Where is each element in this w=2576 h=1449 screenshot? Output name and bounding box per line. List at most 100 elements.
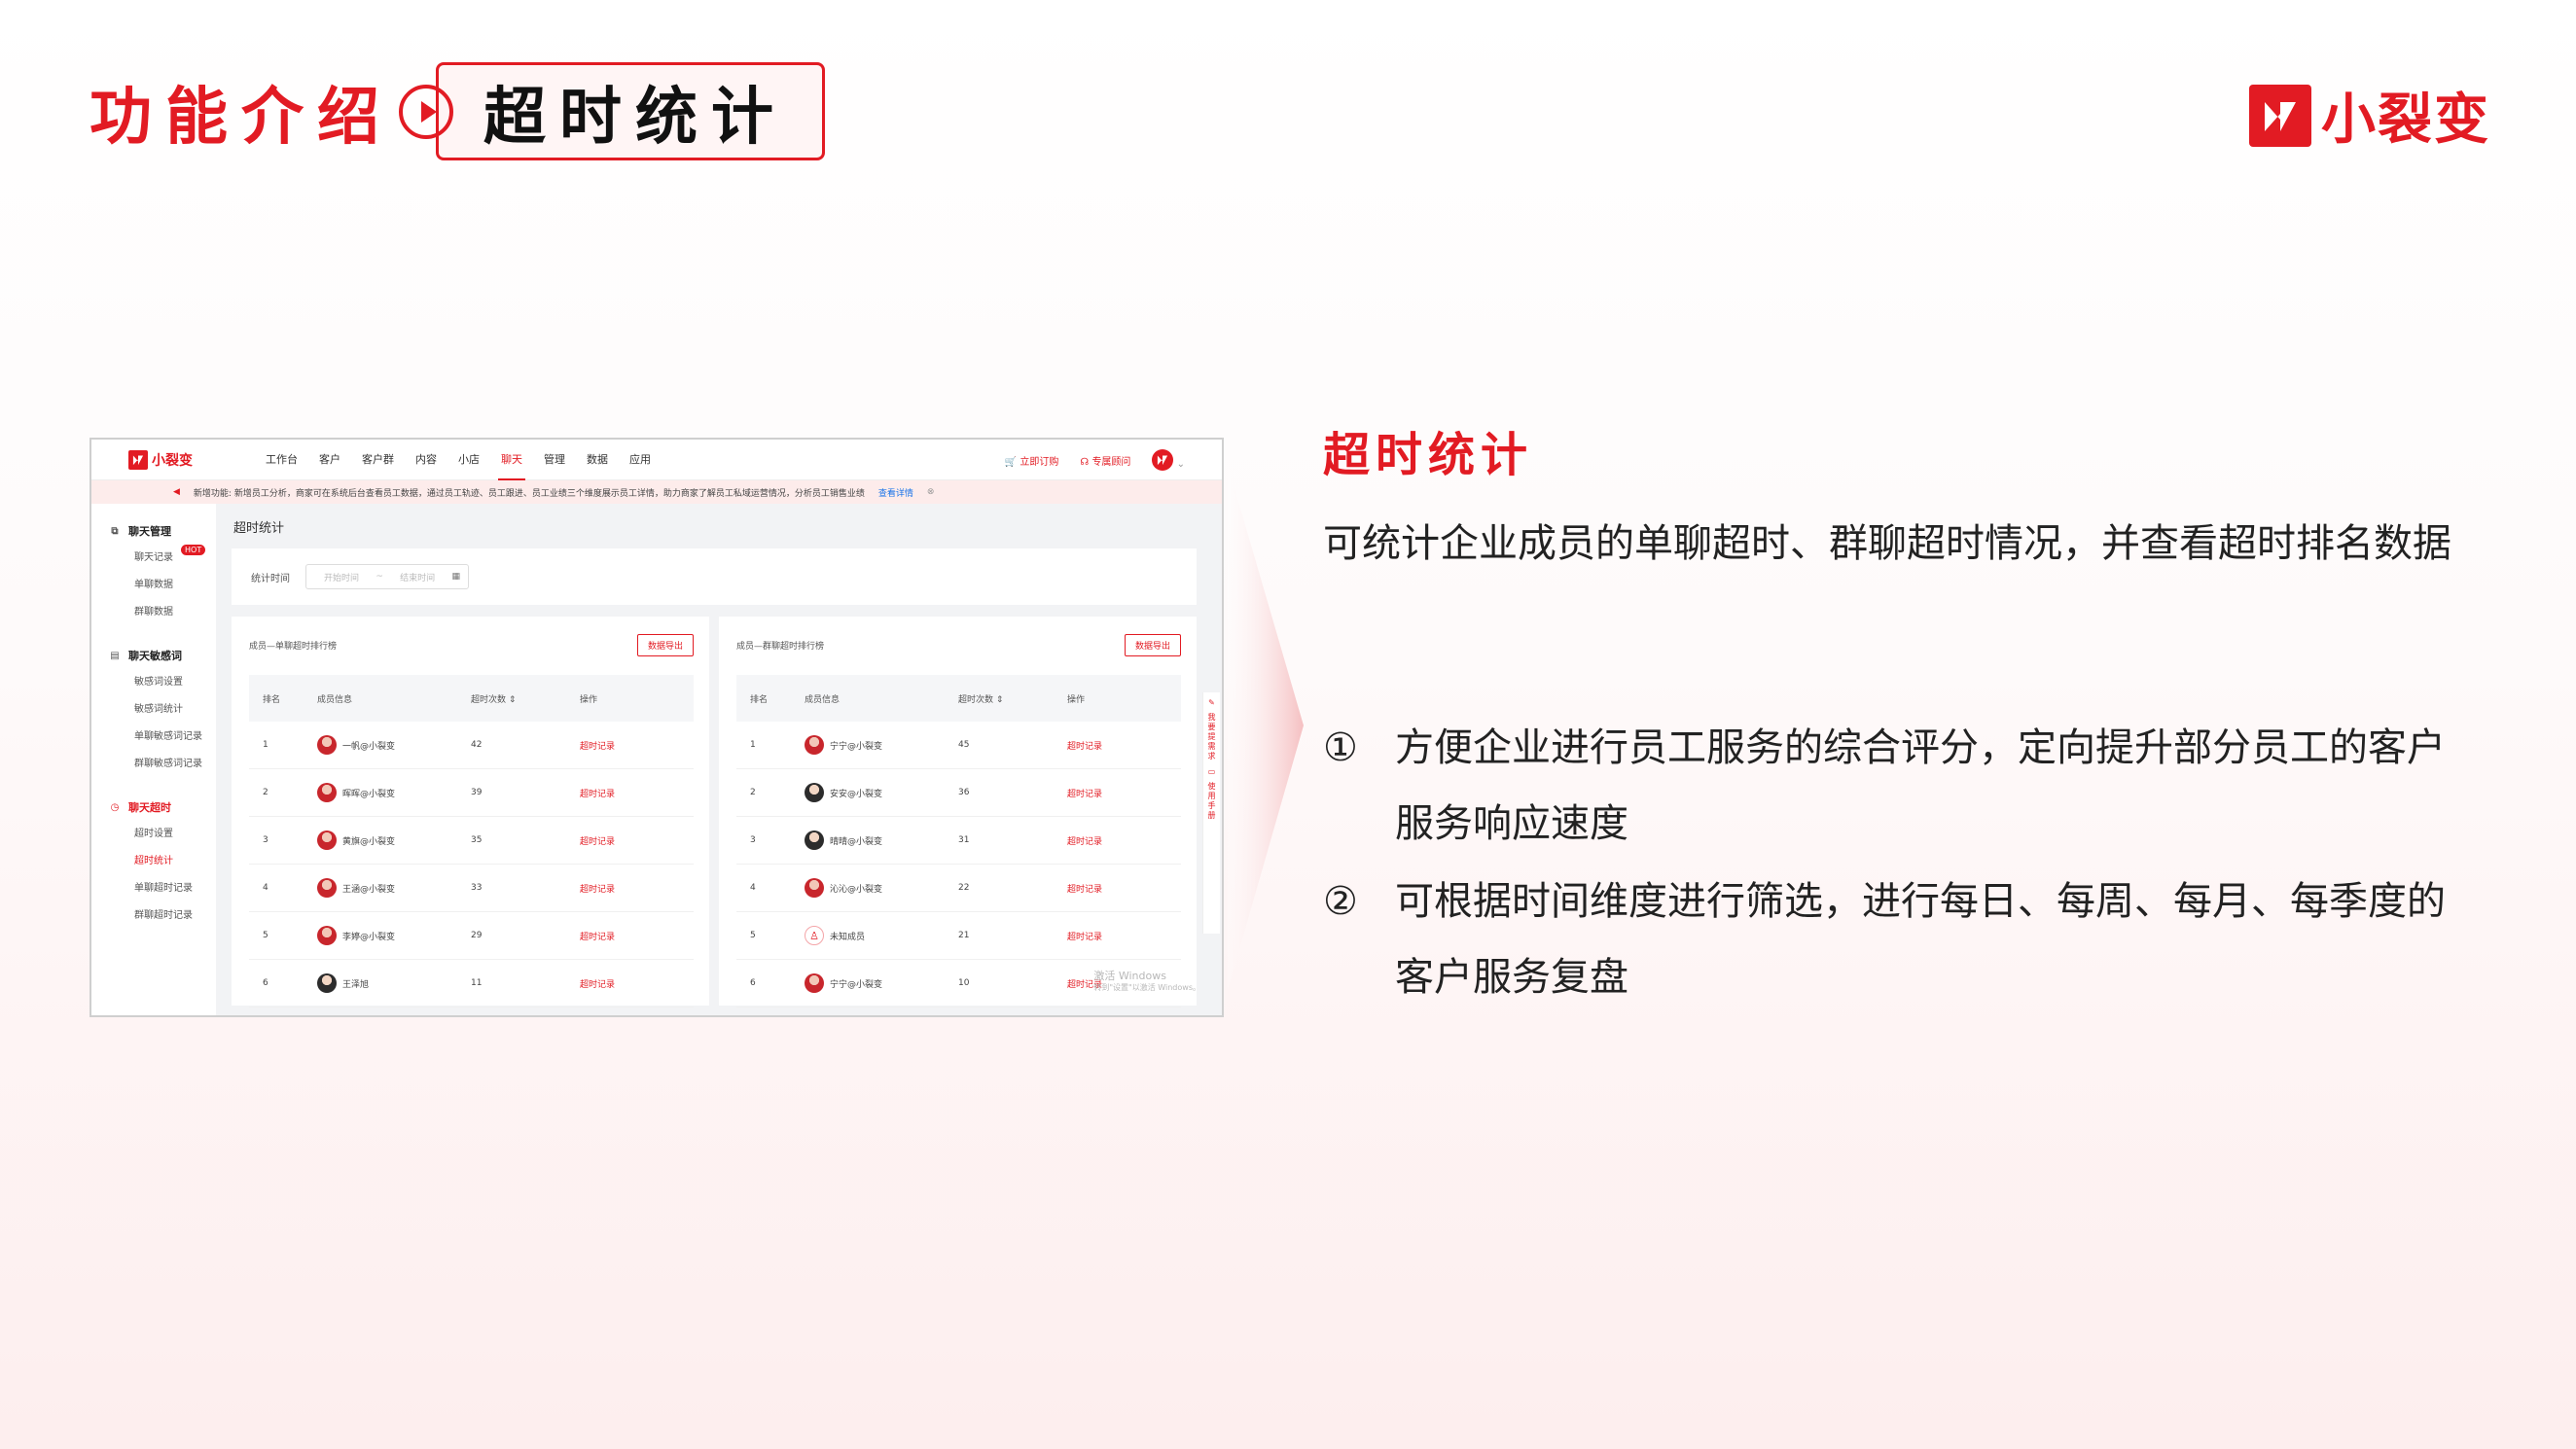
- sidebar-item[interactable]: 单聊数据: [134, 572, 216, 599]
- callout-pointer: [1228, 465, 1304, 990]
- sidebar-item[interactable]: 敏感词统计: [134, 696, 216, 724]
- member-cell: 王涵@小裂变: [317, 878, 471, 898]
- col-count[interactable]: 超时次数 ⇕: [471, 692, 580, 705]
- sidebar-item[interactable]: 敏感词设置: [134, 669, 216, 696]
- table-row: 1 一帆@小裂变 42 超时记录: [249, 722, 694, 769]
- sidebar-group[interactable]: ⧉ 聊天管理: [109, 523, 216, 539]
- avatar-icon: [805, 878, 824, 898]
- sidebar-item[interactable]: 单聊敏感词记录: [134, 724, 216, 751]
- calendar-icon[interactable]: ▦: [451, 572, 460, 582]
- brand-name: 小裂变: [2321, 88, 2490, 152]
- member-cell: 宁宁@小裂变: [805, 735, 958, 755]
- sidebar-item-label: 群聊超时记录: [134, 910, 193, 921]
- ranking-panels: 成员—单聊超时排行榜 数据导出 排名 成员信息 超时次数 ⇕ 操作 1 一帆@小裂变 42 超时记…: [232, 617, 1197, 1007]
- sidebar-item[interactable]: 群聊敏感词记录: [134, 751, 216, 778]
- notice-link[interactable]: 查看详情: [878, 486, 913, 499]
- notice-bar: ◀ 新增功能: 新增员工分析，商家可在系统后台查看员工数据，通过员工轨迹、员工跟…: [91, 480, 1222, 504]
- member-name: 晴晴@小裂变: [830, 836, 883, 847]
- nav-item[interactable]: 聊天: [490, 440, 533, 480]
- top-nav: 小裂变 工作台 客户 客户群 内容 小店 聊天 管理 数据 应用 🛒 立即订购 ☊ 专属顾问 ⌄: [91, 440, 1222, 480]
- point-text: 方便企业进行员工服务的综合评分，定向提升部分员工的客户服务响应速度: [1395, 725, 2446, 846]
- point-number: ①: [1323, 725, 1358, 770]
- sidebar-group[interactable]: ▤ 聊天敏感词: [109, 648, 216, 663]
- nav-menu: 工作台 客户 客户群 内容 小店 聊天 管理 数据 应用: [255, 440, 662, 480]
- nav-item[interactable]: 小店: [447, 440, 490, 480]
- col-count[interactable]: 超时次数 ⇕: [958, 692, 1067, 705]
- timeout-record-link[interactable]: 超时记录: [580, 834, 694, 847]
- book-icon[interactable]: ▭: [1208, 767, 1216, 776]
- count-cell: 29: [471, 931, 483, 940]
- user-menu[interactable]: ⌄: [1152, 449, 1185, 471]
- timeout-record-link[interactable]: 超时记录: [580, 930, 694, 942]
- sidebar-item-label: 群聊数据: [134, 607, 173, 618]
- table-row: 6 王泽旭 11 超时记录: [249, 960, 694, 1007]
- end-date-input[interactable]: 结束时间: [400, 571, 435, 583]
- nav-item[interactable]: 客户群: [351, 440, 405, 480]
- notice-text: 新增功能: 新增员工分析，商家可在系统后台查看员工数据，通过员工轨迹、员工跟进、…: [193, 488, 865, 499]
- float-toolbar: ✎ 我要提需求 ▭ 使用手册: [1202, 692, 1220, 934]
- table-row: 4 沁沁@小裂变 22 超时记录: [736, 865, 1181, 912]
- start-date-input[interactable]: 开始时间: [324, 571, 359, 583]
- service-link[interactable]: ☊ 专属顾问: [1080, 453, 1130, 468]
- sidebar-group-label: 聊天敏感词: [128, 650, 182, 662]
- rank-cell: 2: [263, 788, 268, 797]
- ranking-panel: 成员—单聊超时排行榜 数据导出 排名 成员信息 超时次数 ⇕ 操作 1 一帆@小裂变 42 超时记…: [232, 617, 709, 1007]
- date-range-picker[interactable]: 开始时间 ~ 结束时间 ▦: [305, 564, 469, 589]
- timeout-record-link[interactable]: 超时记录: [1067, 930, 1181, 942]
- app-logo[interactable]: 小裂变: [128, 449, 245, 470]
- table-row: 1 宁宁@小裂变 45 超时记录: [736, 722, 1181, 769]
- timeout-record-link[interactable]: 超时记录: [1067, 834, 1181, 847]
- timeout-record-link[interactable]: 超时记录: [580, 882, 694, 895]
- nav-item[interactable]: 管理: [533, 440, 576, 480]
- member-cell: 晖晖@小裂变: [317, 783, 471, 802]
- col-count-label: 超时次数: [471, 694, 507, 705]
- export-button[interactable]: 数据导出: [636, 633, 694, 656]
- sidebar-item-label: 聊天记录: [134, 552, 173, 563]
- col-rank: 排名: [263, 694, 281, 705]
- sort-icon[interactable]: ⇕: [996, 695, 1004, 705]
- avatar-icon: [805, 831, 824, 850]
- count-cell: 42: [471, 740, 483, 750]
- nav-item[interactable]: 内容: [405, 440, 447, 480]
- timeout-record-link[interactable]: 超时记录: [580, 739, 694, 752]
- notice-close-icon[interactable]: ⊗: [927, 487, 935, 497]
- count-cell: 22: [958, 883, 970, 893]
- sidebar-item[interactable]: 单聊超时记录: [134, 875, 216, 902]
- manual-link[interactable]: 使用手册: [1206, 782, 1217, 821]
- nav-item[interactable]: 工作台: [255, 440, 308, 480]
- sort-icon[interactable]: ⇕: [509, 695, 517, 705]
- sidebar-item[interactable]: 超时设置: [134, 821, 216, 848]
- timeout-record-link[interactable]: 超时记录: [580, 787, 694, 799]
- feedback-link[interactable]: 我要提需求: [1206, 713, 1217, 761]
- sidebar-item[interactable]: 群聊数据: [134, 599, 216, 626]
- table-row: 5 ♙ 未知成员 21 超时记录: [736, 912, 1181, 960]
- brand-logo-icon: [2249, 84, 2311, 147]
- panel-title: 成员—群聊超时排行榜: [736, 641, 825, 652]
- rank-cell: 6: [750, 978, 756, 988]
- buy-link[interactable]: 🛒 立即订购: [1005, 453, 1059, 468]
- member-name: 安安@小裂变: [830, 789, 883, 799]
- export-button[interactable]: 数据导出: [1124, 633, 1181, 656]
- nav-item[interactable]: 应用: [619, 440, 662, 480]
- nav-item[interactable]: 客户: [308, 440, 351, 480]
- user-avatar-icon: [1152, 449, 1174, 471]
- sidebar-item[interactable]: 超时统计: [134, 848, 216, 875]
- count-cell: 10: [958, 978, 970, 988]
- timeout-record-link[interactable]: 超时记录: [1067, 739, 1181, 752]
- sidebar-group[interactable]: ◷ 聊天超时: [109, 799, 216, 815]
- sidebar-item-label: 敏感词设置: [134, 677, 183, 688]
- slide-header: 功能介绍 超时统计: [89, 60, 825, 162]
- col-action: 操作: [1067, 694, 1086, 705]
- timeout-record-link[interactable]: 超时记录: [580, 977, 694, 990]
- timeout-record-link[interactable]: 超时记录: [1067, 787, 1181, 799]
- sidebar-item[interactable]: 群聊超时记录: [134, 902, 216, 930]
- panel-header: 成员—单聊超时排行榜 数据导出: [249, 632, 694, 657]
- nav-item[interactable]: 数据: [576, 440, 619, 480]
- edit-icon[interactable]: ✎: [1208, 698, 1215, 707]
- feature-point: ① 方便企业进行员工服务的综合评分，定向提升部分员工的客户服务响应速度: [1323, 710, 2461, 862]
- timeout-record-link[interactable]: 超时记录: [1067, 882, 1181, 895]
- sidebar-item[interactable]: 聊天记录 HOT: [134, 545, 216, 572]
- avatar-icon: [317, 878, 337, 898]
- feature-description: 可统计企业成员的单聊超时、群聊超时情况，并查看超时排名数据: [1323, 521, 2451, 566]
- col-member: 成员信息: [805, 694, 841, 705]
